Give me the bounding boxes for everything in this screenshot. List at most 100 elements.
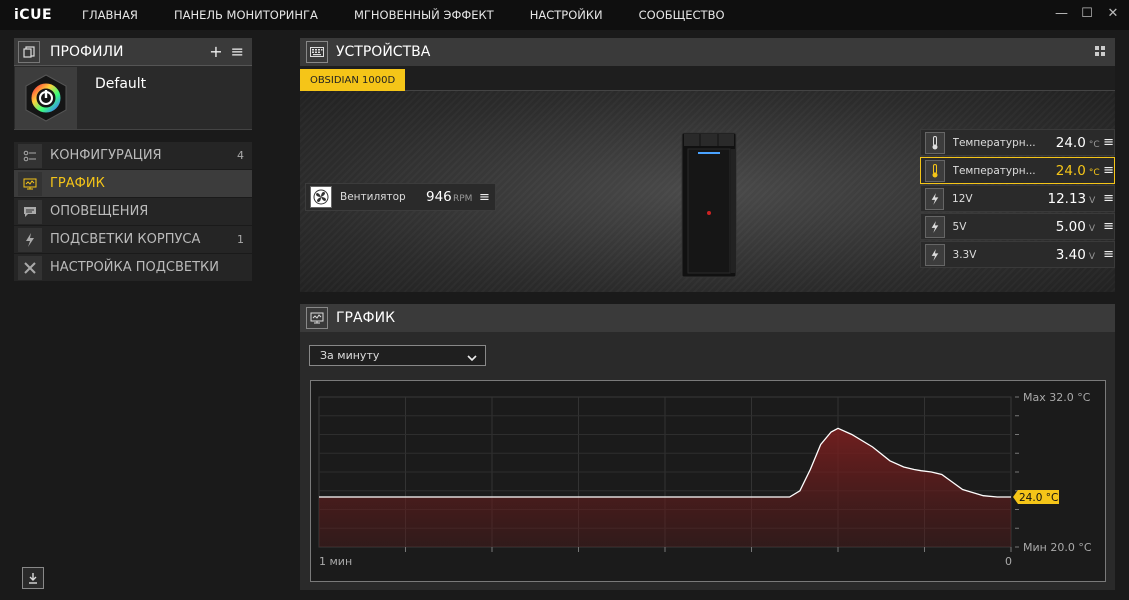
thermometer-icon: [925, 159, 945, 182]
y-min-label: Мин 20.0 °C: [1023, 541, 1092, 554]
message-icon: [18, 199, 42, 224]
sensor-label: 5V: [952, 220, 967, 233]
sensor-label: Температурн...: [952, 136, 1036, 149]
nav-settings[interactable]: НАСТРОЙКИ: [530, 8, 603, 22]
sidebar-item-label: КОНФИГУРАЦИЯ: [50, 148, 162, 163]
close-icon[interactable]: ✕: [1107, 6, 1119, 21]
temperature-chart: Max 32.0 °C Мин 20.0 °C 1 мин 0 24.0 °C: [318, 391, 1092, 568]
sensor-list: Температурн... 24.0 °C ≡ Температурн... …: [920, 129, 1115, 269]
monitor-graph-icon: [306, 307, 328, 329]
nav-instant-effect[interactable]: МГНОВЕННЫЙ ЭФФЕКТ: [354, 8, 494, 22]
keyboard-icon: [306, 41, 328, 63]
sensor-label: 12V: [952, 192, 973, 205]
sensor-temp-1[interactable]: Температурн... 24.0 °C ≡: [920, 129, 1115, 156]
y-max-label: Max 32.0 °C: [1023, 391, 1091, 404]
sidebar-item-label: НАСТРОЙКА ПОДСВЕТКИ: [50, 260, 220, 275]
sensor-unit: V: [1088, 251, 1095, 262]
lightning-icon: [18, 227, 42, 252]
fan-widget[interactable]: Вентилятор 946 RPM ≡: [305, 183, 496, 211]
graph-title: ГРАФИК: [336, 310, 396, 326]
profile-name: Default: [95, 76, 147, 92]
sensor-label: 3.3V: [952, 248, 977, 261]
profile-thumbnail: [15, 67, 77, 129]
chevron-down-icon: [467, 346, 477, 365]
profile-card[interactable]: Default: [14, 66, 252, 130]
add-profile-button[interactable]: +: [209, 42, 222, 61]
monitor-graph-icon: [18, 171, 42, 196]
time-range-value: За минуту: [320, 349, 380, 362]
sidebar-item-configuration[interactable]: КОНФИГУРАЦИЯ 4: [14, 142, 252, 170]
sensor-menu-icon[interactable]: ≡: [1103, 163, 1114, 178]
chart-box[interactable]: Max 32.0 °C Мин 20.0 °C 1 мин 0 24.0 °C: [310, 380, 1106, 582]
fan-icon: [310, 186, 332, 208]
sidebar-item-notifications[interactable]: ОПОВЕЩЕНИЯ: [14, 198, 252, 226]
minimize-icon[interactable]: —: [1055, 6, 1068, 21]
sensor-value: 24.0: [1055, 162, 1086, 179]
pc-case-image[interactable]: [678, 131, 740, 279]
lightning-icon: [925, 243, 945, 266]
grid-view-icon[interactable]: [1095, 45, 1105, 59]
device-stage: Вентилятор 946 RPM ≡ Температурн... 24.0…: [300, 91, 1115, 292]
current-value-label: 24.0 °C: [1019, 492, 1058, 504]
sensor-unit: V: [1088, 223, 1095, 234]
devices-title: УСТРОЙСТВА: [336, 44, 431, 60]
fan-value: 946: [426, 189, 452, 205]
profiles-header: ПРОФИЛИ + ≡: [14, 38, 252, 66]
profiles-menu-icon[interactable]: ≡: [231, 42, 244, 61]
nav-home[interactable]: ГЛАВНАЯ: [82, 8, 138, 22]
sidebar-item-count: 1: [237, 233, 244, 246]
maximize-icon[interactable]: ☐: [1081, 6, 1093, 21]
sensor-value: 12.13: [1047, 190, 1087, 207]
sensor-unit: V: [1089, 195, 1096, 206]
sidebar-item-lighting-setup[interactable]: НАСТРОЙКА ПОДСВЕТКИ: [14, 254, 252, 282]
sensor-unit: °C: [1088, 139, 1100, 150]
sensor-value: 24.0: [1055, 134, 1086, 151]
sensor-temp-2[interactable]: Температурн... 24.0 °C ≡: [920, 157, 1115, 184]
sidebar: ПРОФИЛИ + ≡ Default КОНФИГУРАЦИЯ 4 ГРАФИ…: [14, 38, 252, 282]
sensor-menu-icon[interactable]: ≡: [1103, 247, 1114, 262]
x-end-label: 0: [1005, 555, 1012, 568]
fan-menu-icon[interactable]: ≡: [479, 190, 490, 205]
lightning-icon: [925, 187, 945, 210]
sensor-menu-icon[interactable]: ≡: [1103, 219, 1114, 234]
profiles-title: ПРОФИЛИ: [50, 43, 124, 60]
tools-icon: [18, 255, 42, 280]
top-nav-bar: iCUE ГЛАВНАЯ ПАНЕЛЬ МОНИТОРИНГА МГНОВЕНН…: [0, 0, 1129, 30]
sliders-icon: [18, 143, 42, 168]
tab-obsidian-1000d[interactable]: OBSIDIAN 1000D: [300, 69, 406, 91]
graph-body: За минуту Max 32.0 °C Мин 20.0 °C 1 мин 0 24…: [300, 332, 1115, 590]
graph-header: ГРАФИК: [300, 304, 1115, 332]
window-controls: — ☐ ✕: [1055, 6, 1119, 21]
sensor-menu-icon[interactable]: ≡: [1103, 135, 1114, 150]
time-range-select[interactable]: За минуту: [309, 345, 486, 366]
sidebar-item-case-lighting[interactable]: ПОДСВЕТКИ КОРПУСА 1: [14, 226, 252, 254]
download-icon[interactable]: [22, 567, 44, 589]
icue-logo-icon: [25, 74, 67, 122]
nav-monitoring[interactable]: ПАНЕЛЬ МОНИТОРИНГА: [174, 8, 318, 22]
sidebar-item-label: ПОДСВЕТКИ КОРПУСА: [50, 232, 201, 247]
fan-unit: RPM: [453, 194, 473, 204]
sensor-unit: °C: [1088, 167, 1100, 178]
devices-header: УСТРОЙСТВА: [300, 38, 1115, 66]
x-start-label: 1 мин: [319, 555, 352, 568]
sidebar-menu: КОНФИГУРАЦИЯ 4 ГРАФИК ОПОВЕЩЕНИЯ ПОДСВЕТ…: [14, 142, 252, 282]
devices-panel: УСТРОЙСТВА OBSIDIAN 1000D Вентилятор 946…: [300, 38, 1115, 292]
sensor-3v3[interactable]: 3.3V 3.40 V ≡: [920, 241, 1115, 268]
sidebar-item-label: ОПОВЕЩЕНИЯ: [50, 204, 149, 219]
nav-community[interactable]: СООБЩЕСТВО: [639, 8, 725, 22]
lightning-icon: [925, 215, 945, 238]
sidebar-item-graph[interactable]: ГРАФИК: [14, 170, 252, 198]
sensor-value: 5.00: [1055, 218, 1086, 235]
sensor-menu-icon[interactable]: ≡: [1103, 191, 1114, 206]
sidebar-item-count: 4: [237, 149, 244, 162]
sensor-label: Температурн...: [952, 164, 1036, 177]
sensor-12v[interactable]: 12V 12.13 V ≡: [920, 185, 1115, 212]
device-tabbar: OBSIDIAN 1000D: [300, 66, 1115, 91]
sidebar-item-label: ГРАФИК: [50, 176, 105, 191]
sensor-5v[interactable]: 5V 5.00 V ≡: [920, 213, 1115, 240]
fan-label: Вентилятор: [340, 191, 406, 203]
app-logo: iCUE: [14, 7, 53, 23]
profiles-icon: [18, 40, 40, 63]
sensor-value: 3.40: [1055, 246, 1086, 263]
graph-panel: ГРАФИК За минуту Max 32.0 °C Мин 20.0 °C 1…: [300, 304, 1115, 590]
